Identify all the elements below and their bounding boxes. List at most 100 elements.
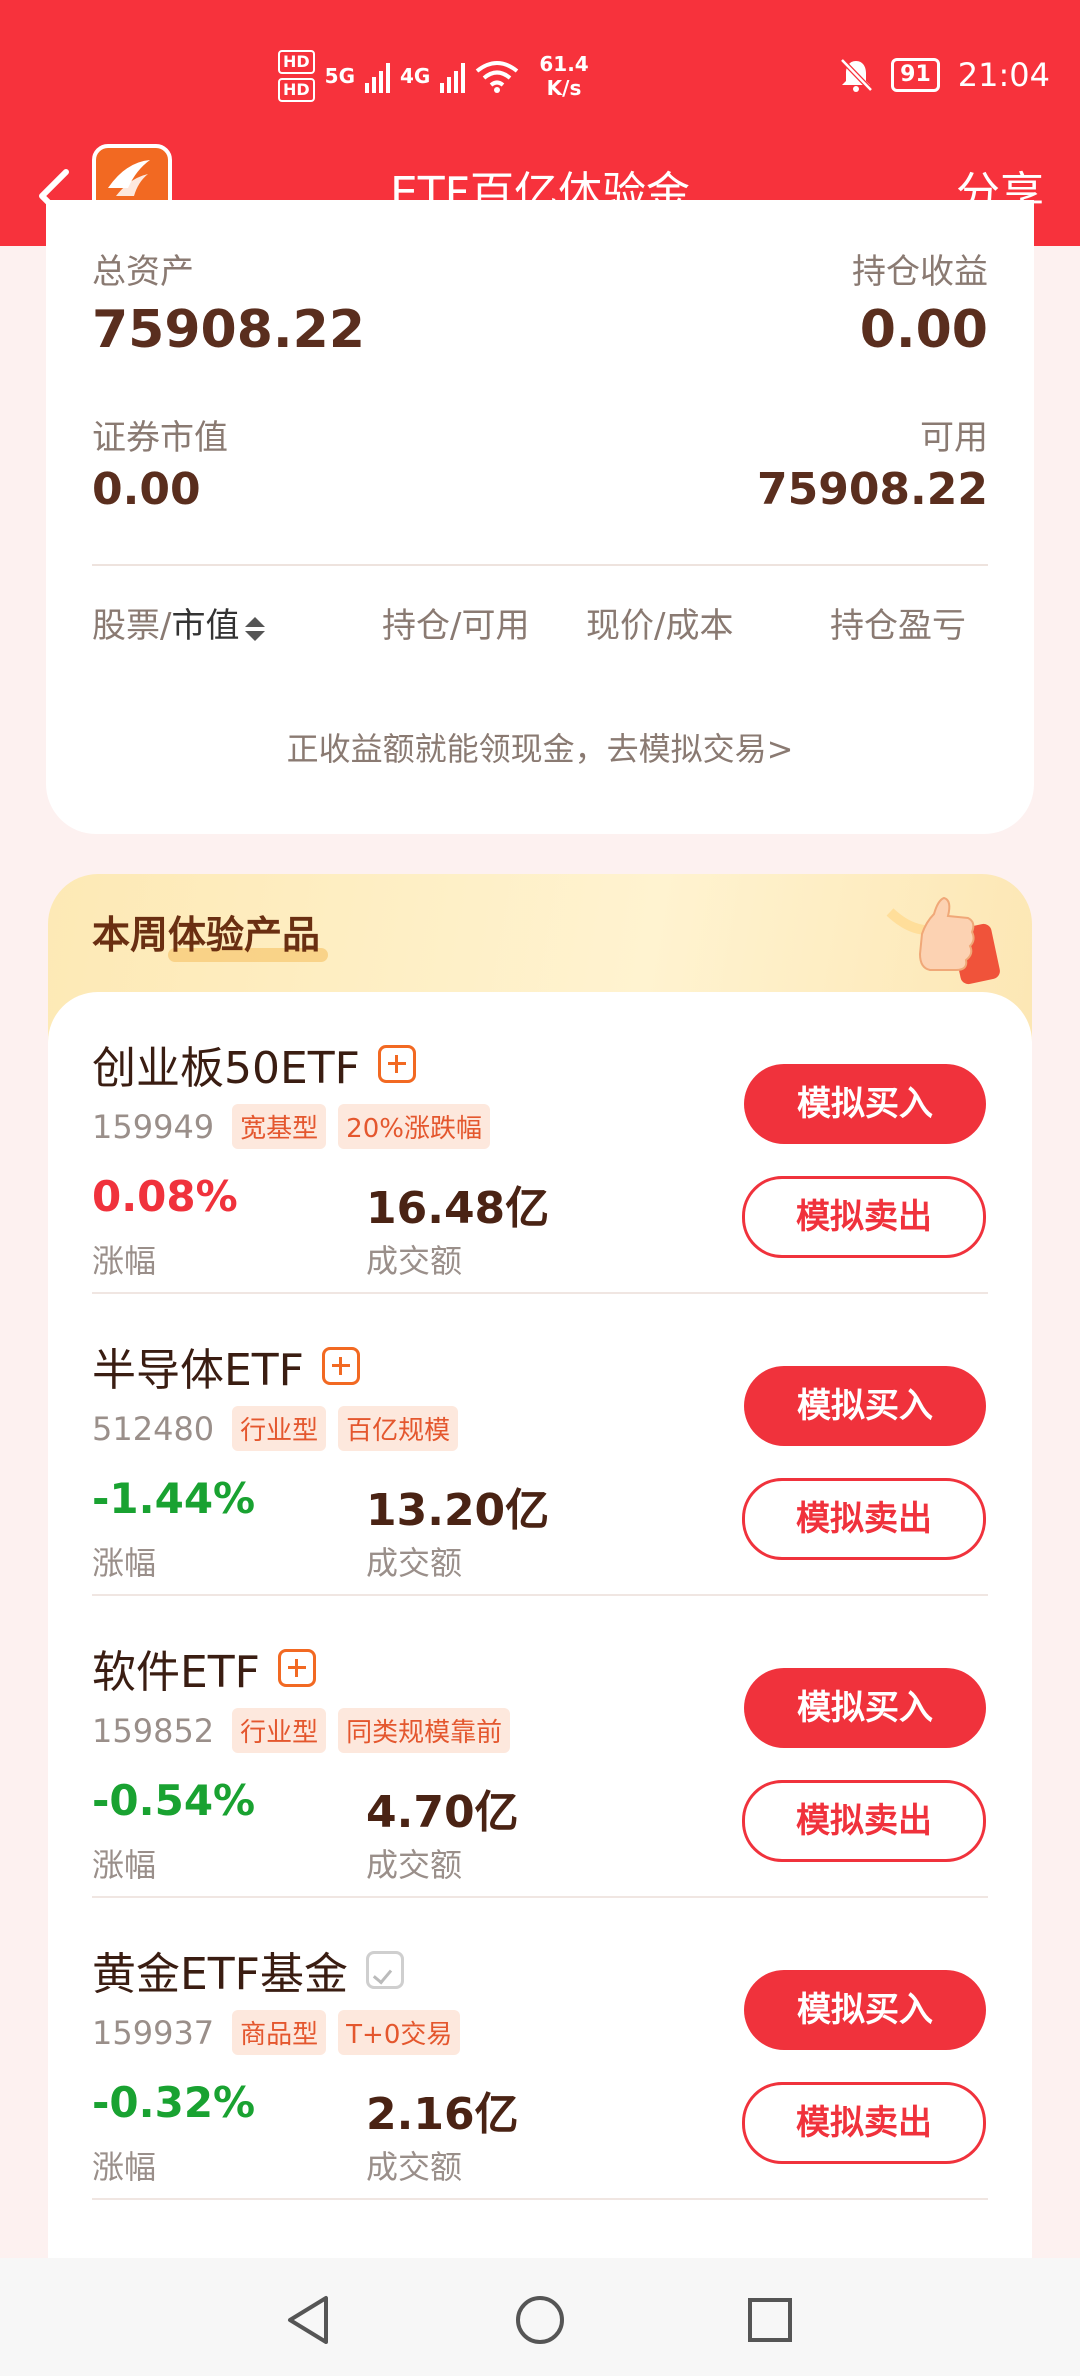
product-name-row: 黄金ETF基金 [92,1938,404,2002]
status-right: 91 21:04 [839,52,1050,98]
product-item: 黄金ETF基金 159937 商品型 T+0交易 -0.32% 涨幅 2.16亿… [48,1898,1032,2200]
add-favorite-icon[interactable] [322,1347,360,1385]
network-speed: 61.4 K/s [539,52,588,100]
position-profit-label: 持仓收益 [852,252,988,292]
product-code: 159937 [92,2013,215,2052]
product-tag: T+0交易 [338,2010,461,2055]
total-assets-value: 75908.22 [92,300,366,360]
battery-icon: 91 [891,58,940,92]
product-tag: 行业型 [232,1406,327,1451]
change-value: -0.54% [92,1776,256,1825]
volume-value: 13.20亿 [366,1485,550,1536]
bell-muted-icon [840,58,873,92]
column-stock-market-value[interactable]: 股票/市值 [92,598,266,647]
add-favorite-icon[interactable] [278,1649,316,1687]
status-bar: HD HD 5G 4G 61.4 K/s 91 21:04 [0,0,1080,148]
column-price-cost: 现价/成本 [586,606,734,646]
speed-value: 61.4 [539,52,589,76]
favorited-check-icon[interactable] [366,1951,404,1989]
simulate-buy-button[interactable]: 模拟买入 [744,1668,986,1748]
product-tag: 宽基型 [232,1104,327,1149]
product-name[interactable]: 创业板50ETF [92,1032,360,1096]
product-meta: 159949 宽基型 20%涨跌幅 [92,1104,490,1149]
signal-icon [365,59,391,93]
simulate-sell-button[interactable]: 模拟卖出 [742,2082,986,2164]
available-label: 可用 [920,418,988,458]
product-name[interactable]: 软件ETF [92,1636,260,1700]
market-value: 0.00 [92,464,201,515]
product-code: 159949 [92,1107,215,1146]
product-name-row: 软件ETF [92,1636,316,1700]
product-tag: 百亿规模 [338,1406,459,1451]
product-tag: 20%涨跌幅 [338,1104,490,1149]
simulate-buy-button[interactable]: 模拟买入 [744,1366,986,1446]
speed-unit: K/s [546,76,582,100]
product-list: 创业板50ETF 159949 宽基型 20%涨跌幅 0.08% 涨幅 16.4… [48,992,1032,2292]
network-type-5g: 5G [324,64,356,88]
network-type-4g: 4G [400,64,431,88]
product-item: 半导体ETF 512480 行业型 百亿规模 -1.44% 涨幅 13.20亿 … [48,1294,1032,1596]
simulate-trade-link[interactable]: 正收益额就能领现金，去模拟交易> [46,724,1034,770]
hd-icon: HD [278,78,315,102]
thumbs-up-icon [886,896,1000,985]
column-holding-available: 持仓/可用 [382,606,530,646]
simulate-sell-button[interactable]: 模拟卖出 [742,1780,986,1862]
volume-value: 2.16亿 [366,2089,519,2140]
volume-label: 成交额 [366,1846,463,1884]
product-code: 159852 [92,1711,215,1750]
simulate-buy-button[interactable]: 模拟买入 [744,1064,986,1144]
nav-home-icon[interactable] [512,2292,568,2348]
weekly-products-card: 本周体验产品 创业板50ETF 159949 宽基型 20%涨跌幅 0.08% … [48,874,1032,2292]
volume-label: 成交额 [366,1242,463,1280]
product-item: 创业板50ETF 159949 宽基型 20%涨跌幅 0.08% 涨幅 16.4… [48,992,1032,1294]
signal-icon [440,59,466,93]
change-value: 0.08% [92,1172,238,1221]
total-assets-label: 总资产 [92,252,194,292]
volume-value: 16.48亿 [366,1183,550,1234]
simulate-sell-button[interactable]: 模拟卖出 [742,1478,986,1560]
product-code: 512480 [92,1409,215,1448]
market-value-label: 证券市值 [92,418,228,458]
divider [92,2198,988,2200]
change-value: -1.44% [92,1474,256,1523]
change-label: 涨幅 [92,1544,157,1582]
position-profit-value: 0.00 [859,300,988,360]
product-name-row: 创业板50ETF [92,1032,416,1096]
product-meta: 159937 商品型 T+0交易 [92,2010,461,2055]
volume-label: 成交额 [366,2148,463,2186]
product-tag: 同类规模靠前 [338,1708,511,1753]
product-tag: 行业型 [232,1708,327,1753]
product-name[interactable]: 黄金ETF基金 [92,1938,348,2002]
status-left: HD HD 5G 4G 61.4 K/s [278,44,589,108]
change-label: 涨幅 [92,1846,157,1884]
volume-label: 成交额 [366,1544,463,1582]
column-stock-label: 股票/ [92,606,172,646]
change-value: -0.32% [92,2078,256,2127]
product-meta: 512480 行业型 百亿规模 [92,1406,459,1451]
volume-value: 4.70亿 [366,1787,519,1838]
weekly-title: 本周体验产品 [92,913,321,957]
simulate-sell-button[interactable]: 模拟卖出 [742,1176,986,1258]
change-label: 涨幅 [92,2148,157,2186]
hd-icon: HD [278,50,315,74]
add-favorite-icon[interactable] [377,1045,416,1083]
system-nav-bar [0,2258,1080,2376]
hd-indicators: HD HD [278,50,315,102]
product-meta: 159852 行业型 同类规模靠前 [92,1708,511,1753]
asset-summary-card: 总资产 75908.22 持仓收益 0.00 证券市值 0.00 可用 7590… [46,200,1034,834]
divider [92,564,988,566]
simulate-buy-button[interactable]: 模拟买入 [744,1970,986,2050]
column-position-pnl: 持仓盈亏 [830,606,966,646]
column-market-value-label: 市值 [171,606,240,646]
sort-icon [245,615,266,641]
product-name-row: 半导体ETF [92,1334,360,1398]
product-name[interactable]: 半导体ETF [92,1334,304,1398]
nav-back-icon[interactable] [282,2292,338,2348]
clock: 21:04 [957,56,1050,94]
available-value: 75908.22 [756,464,988,515]
product-tag: 商品型 [232,2010,327,2055]
change-label: 涨幅 [92,1242,157,1280]
product-item: 软件ETF 159852 行业型 同类规模靠前 -0.54% 涨幅 4.70亿 … [48,1596,1032,1898]
nav-recents-icon[interactable] [742,2292,798,2348]
wifi-icon [476,61,519,93]
